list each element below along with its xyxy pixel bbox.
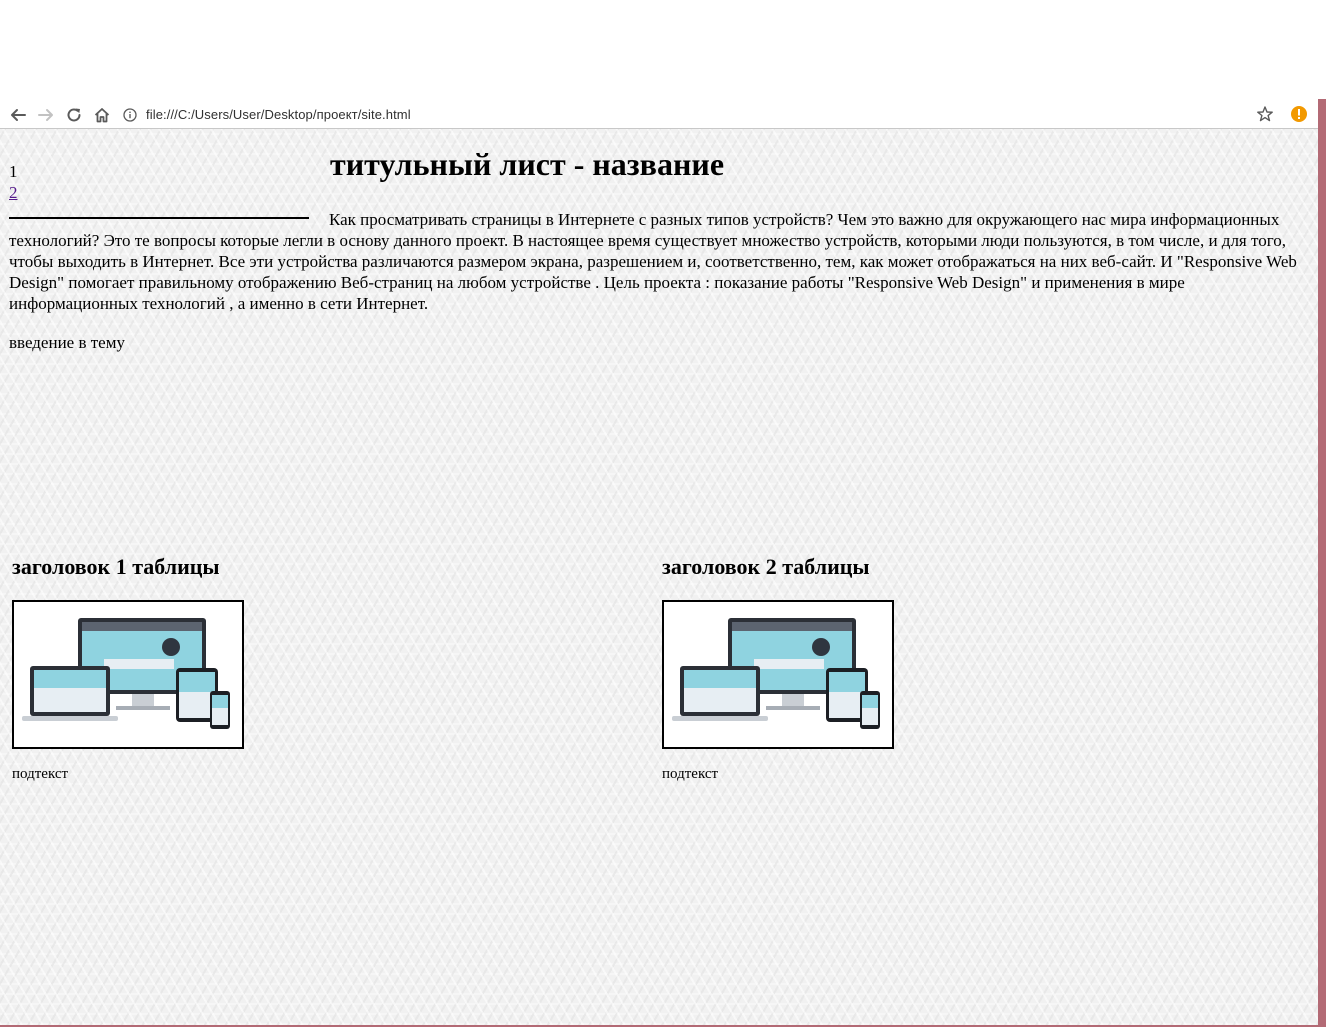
intro-paragraph: Как просматривать страницы в Интернете с… bbox=[9, 210, 1297, 313]
table-card-1: заголовок 1 таблицы подтекст bbox=[12, 554, 244, 783]
back-button[interactable] bbox=[6, 103, 30, 127]
alert-icon bbox=[1291, 106, 1307, 122]
reload-button[interactable] bbox=[62, 103, 86, 127]
page-viewport: 1 2 титульный лист - название Как просма… bbox=[0, 129, 1318, 1025]
page-nav: 1 2 bbox=[9, 161, 18, 203]
nav-link-2[interactable]: 2 bbox=[9, 183, 18, 202]
url-text[interactable]: file:///C:/Users/User/Desktop/проект/sit… bbox=[146, 107, 411, 122]
topic-text: введение в тему bbox=[9, 333, 125, 352]
table-card-2: заголовок 2 таблицы подтекст bbox=[662, 554, 894, 783]
forward-button[interactable] bbox=[34, 103, 58, 127]
forward-arrow-icon bbox=[38, 109, 53, 121]
card-caption: подтекст bbox=[12, 766, 69, 782]
window-border-right bbox=[1318, 101, 1326, 1027]
browser-window: file:///C:/Users/User/Desktop/проект/sit… bbox=[0, 99, 1326, 1027]
info-icon[interactable] bbox=[122, 107, 138, 123]
card-heading: заголовок 1 таблицы bbox=[12, 554, 220, 579]
home-button[interactable] bbox=[90, 103, 114, 127]
star-icon bbox=[1257, 106, 1273, 122]
back-arrow-icon bbox=[11, 109, 26, 121]
card-caption: подтекст bbox=[662, 766, 719, 782]
responsive-devices-image bbox=[662, 600, 894, 749]
reload-icon bbox=[67, 108, 81, 122]
page-title: титульный лист - название bbox=[330, 146, 725, 182]
bookmark-button[interactable] bbox=[1256, 105, 1276, 125]
nav-item-1: 1 bbox=[9, 162, 18, 181]
browser-toolbar: file:///C:/Users/User/Desktop/проект/sit… bbox=[0, 101, 1318, 129]
home-icon bbox=[94, 108, 110, 123]
card-heading: заголовок 2 таблицы bbox=[662, 554, 870, 579]
extension-alert-button[interactable] bbox=[1290, 105, 1308, 123]
address-bar[interactable]: file:///C:/Users/User/Desktop/проект/sit… bbox=[118, 102, 1318, 127]
responsive-devices-image bbox=[12, 600, 244, 749]
